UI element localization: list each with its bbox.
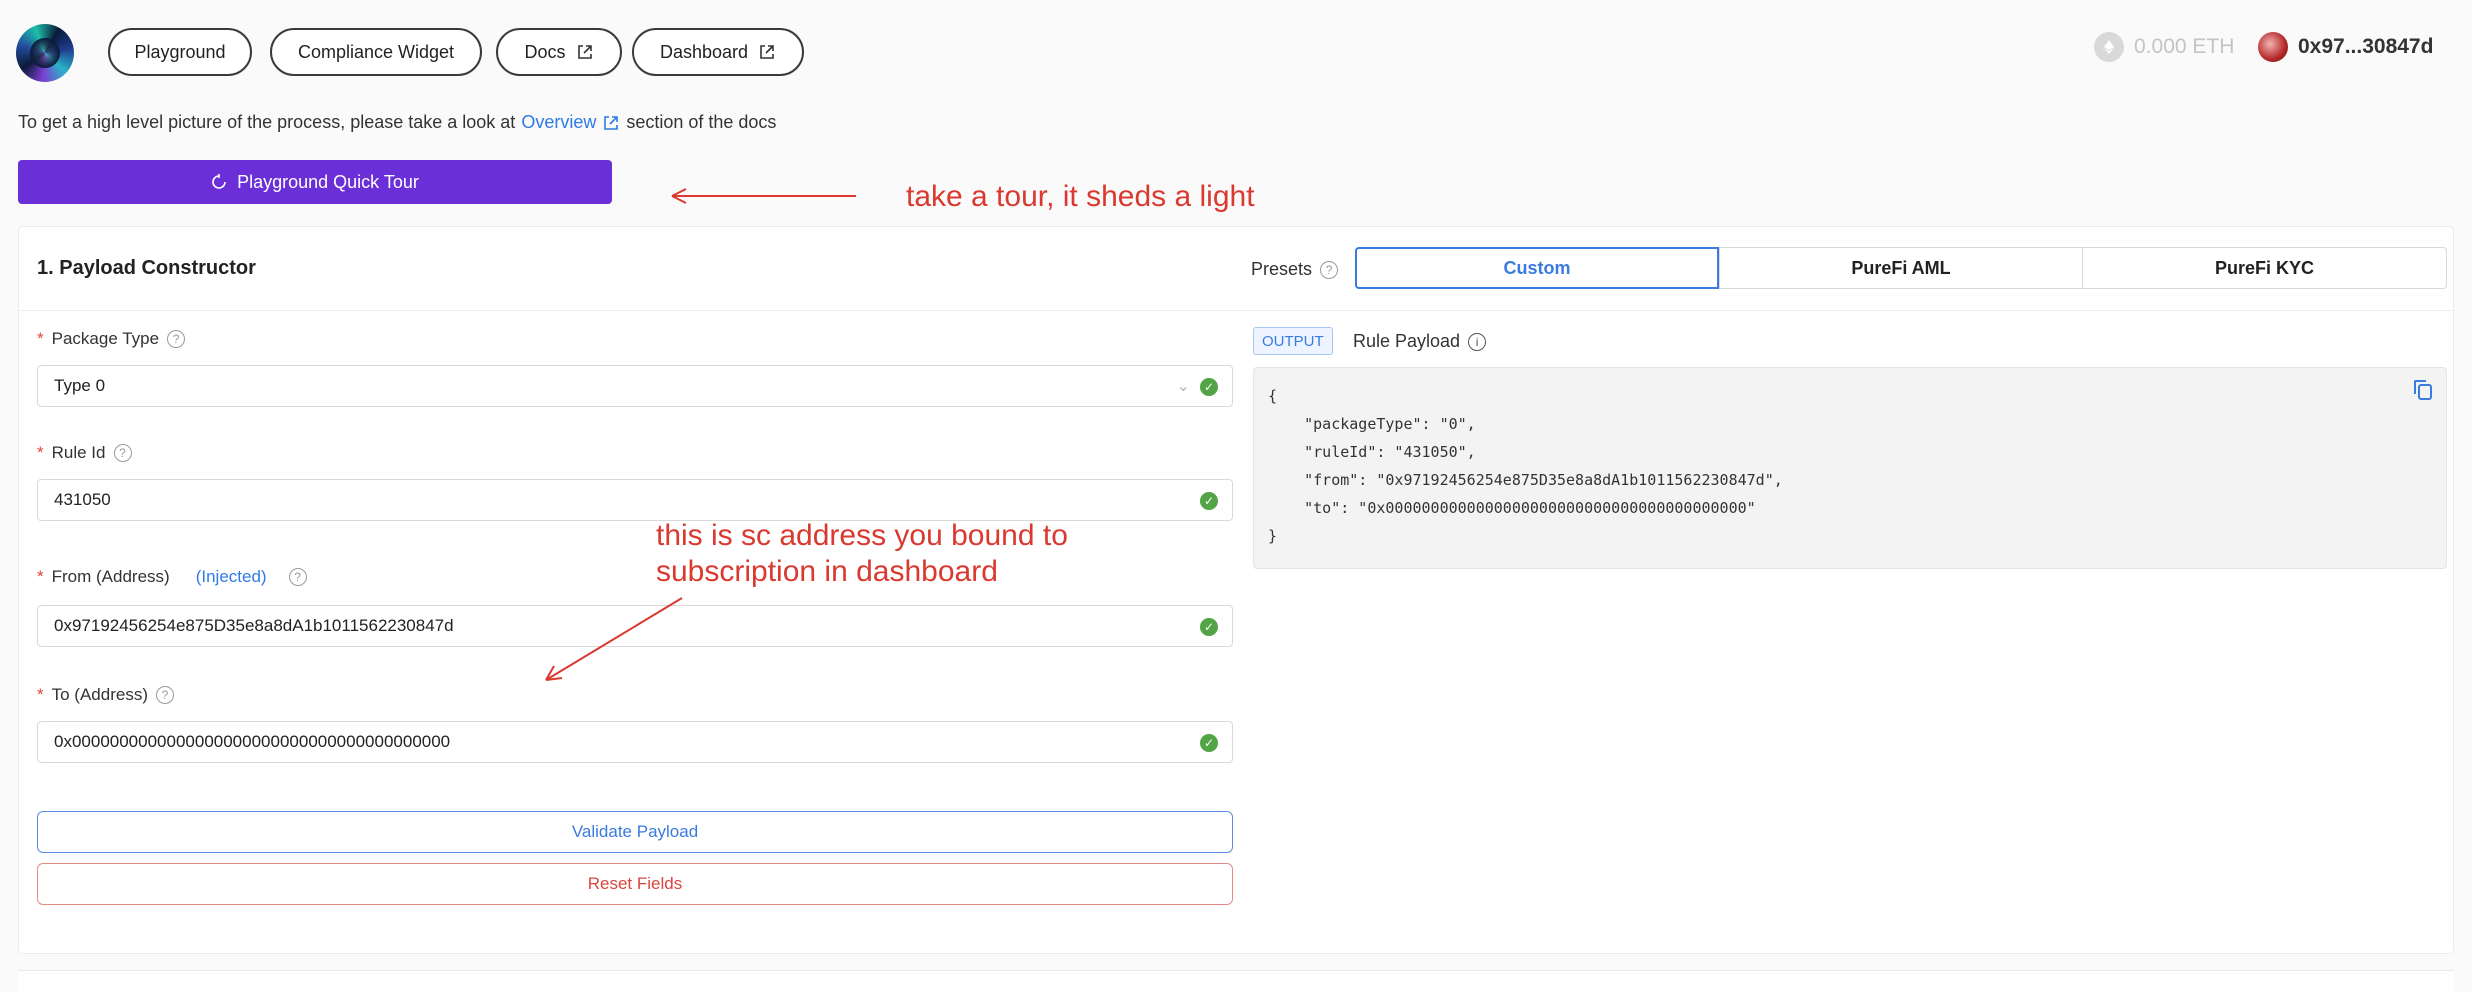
nav-docs-button[interactable]: Docs <box>496 28 622 76</box>
help-icon: ? <box>167 330 186 348</box>
check-circle-icon: ✓ <box>1200 492 1218 510</box>
presets-label-text: Presets <box>1251 259 1313 279</box>
address-annotation-arrow <box>545 597 683 681</box>
rule-id-label: * Rule Id ? <box>37 443 132 463</box>
address-annotation-text: this is sc address you bound to subscrip… <box>656 518 1068 590</box>
validate-payload-button[interactable]: Validate Payload <box>37 811 1233 853</box>
rule-payload-code: { "packageType": "0", "ruleId": "431050"… <box>1253 367 2447 569</box>
account-address: 0x97...30847d <box>2298 35 2434 58</box>
code-line: { <box>1268 387 1278 405</box>
rule-payload-title: Rule Payload i <box>1353 331 1487 352</box>
check-circle-icon: ✓ <box>1200 734 1218 752</box>
injected-note: (Injected) <box>195 567 267 586</box>
app-logo[interactable] <box>16 24 74 82</box>
nav-compliance-widget-label: Compliance Widget <box>297 41 455 62</box>
output-tag: OUTPUT <box>1253 327 1333 355</box>
info-icon: i <box>1468 332 1487 351</box>
nav-dashboard-label: Dashboard <box>659 41 749 62</box>
to-address-value: 0x00000000000000000000000000000000000000… <box>54 732 451 751</box>
code-line: "ruleId": "431050", <box>1268 443 1476 461</box>
tour-annotation-text: take a tour, it sheds a light <box>906 180 1255 213</box>
package-type-label: * Package Type ? <box>37 329 186 349</box>
nav-playground-label: Playground <box>134 41 226 62</box>
to-address-input[interactable]: 0x00000000000000000000000000000000000000… <box>37 721 1233 763</box>
reset-fields-button[interactable]: Reset Fields <box>37 863 1233 905</box>
tour-button-label: Playground Quick Tour <box>237 171 419 192</box>
help-icon: ? <box>288 568 307 586</box>
address-annotation-line1: this is sc address you bound to <box>656 519 1068 552</box>
external-link-icon <box>577 45 592 59</box>
code-line: "packageType": "0", <box>1268 415 1476 433</box>
preset-custom-tab[interactable]: Custom <box>1355 247 1719 289</box>
rule-id-input[interactable]: 431050 ✓ <box>37 479 1233 521</box>
playground-quick-tour-button[interactable]: Playground Quick Tour <box>18 160 612 204</box>
chevron-down-icon: ⌄ <box>1176 378 1190 395</box>
from-address-label: * From (Address) (Injected) ? <box>37 567 307 587</box>
preset-custom-label: Custom <box>1503 257 1571 278</box>
package-type-label-text: Package Type <box>51 329 160 348</box>
next-section-edge <box>18 970 2454 992</box>
account-avatar-icon <box>2258 32 2288 62</box>
ethereum-icon <box>2094 32 2124 62</box>
tour-icon <box>212 174 226 189</box>
copy-icon[interactable] <box>2414 380 2432 400</box>
address-annotation-line2: subscription in dashboard <box>656 555 998 588</box>
code-line: "from": "0x97192456254e875D35e8a8dA1b101… <box>1268 471 1783 489</box>
presets-label: Presets ? <box>1251 259 1339 280</box>
code-line: "to": "0x0000000000000000000000000000000… <box>1268 499 1756 517</box>
payload-constructor-card: 1. Payload Constructor Presets ? Custom … <box>18 226 2455 954</box>
rule-id-label-text: Rule Id <box>51 443 106 462</box>
package-type-select[interactable]: Type 0 ⌄ ✓ <box>37 365 1233 407</box>
overview-link[interactable]: Overview <box>521 112 596 133</box>
rule-id-value: 431050 <box>54 490 111 509</box>
help-icon: ? <box>1320 260 1339 279</box>
rule-payload-title-text: Rule Payload <box>1353 331 1461 351</box>
from-address-value: 0x97192456254e875D35e8a8dA1b101156223084… <box>54 616 454 635</box>
tour-annotation-arrow <box>671 188 856 204</box>
validate-payload-label: Validate Payload <box>571 822 699 841</box>
code-line: } <box>1268 527 1278 545</box>
nav-compliance-widget-button[interactable]: Compliance Widget <box>270 28 482 76</box>
card-title: 1. Payload Constructor <box>37 257 256 279</box>
preset-purefi-aml-label: PureFi AML <box>1851 257 1951 278</box>
preset-purefi-kyc-tab[interactable]: PureFi KYC <box>2082 247 2447 289</box>
external-link-icon[interactable] <box>602 114 620 132</box>
reset-fields-label: Reset Fields <box>587 874 683 893</box>
nav-dashboard-button[interactable]: Dashboard <box>632 28 804 76</box>
to-address-label: * To (Address) ? <box>37 685 174 705</box>
account-button[interactable]: 0x97...30847d <box>2258 32 2433 62</box>
intro-after: section of the docs <box>626 112 777 132</box>
help-icon: ? <box>113 444 132 462</box>
preset-purefi-kyc-label: PureFi KYC <box>2214 257 2315 278</box>
from-address-label-text: From (Address) <box>51 567 170 586</box>
preset-purefi-aml-tab[interactable]: PureFi AML <box>1719 247 2083 289</box>
package-type-value: Type 0 <box>54 376 106 395</box>
intro-text: To get a high level picture of the proce… <box>18 112 776 133</box>
eth-balance: 0.000 ETH <box>2094 32 2234 62</box>
nav-docs-label: Docs <box>524 41 566 62</box>
external-link-icon <box>760 45 774 59</box>
eth-balance-value: 0.000 ETH <box>2134 35 2235 58</box>
check-circle-icon: ✓ <box>1200 618 1218 636</box>
to-address-label-text: To (Address) <box>51 685 148 704</box>
nav-playground-button[interactable]: Playground <box>108 28 252 76</box>
intro-before: To get a high level picture of the proce… <box>18 112 516 132</box>
help-icon: ? <box>156 686 174 704</box>
check-circle-icon: ✓ <box>1200 378 1218 396</box>
card-header: 1. Payload Constructor Presets ? Custom … <box>19 227 2455 311</box>
